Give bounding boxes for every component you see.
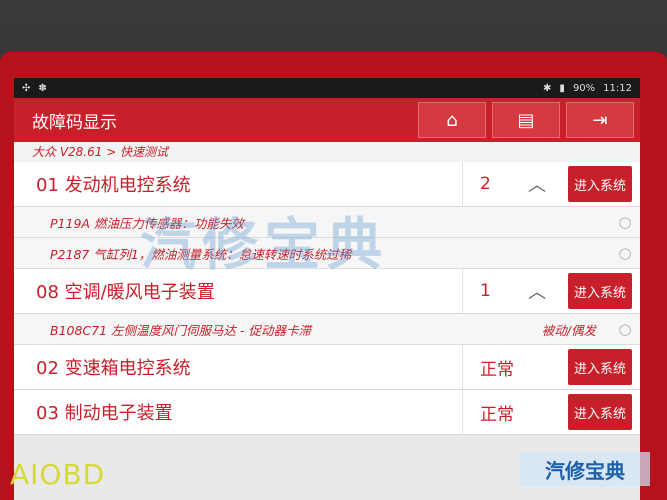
- fault-count: 1: [480, 281, 491, 301]
- system-status: 正常: [480, 359, 514, 380]
- home-icon: ⌂: [446, 109, 458, 131]
- settings-icon: ✽: [38, 82, 47, 94]
- divider: [462, 269, 463, 313]
- home-button[interactable]: ⌂: [418, 102, 486, 138]
- battery-level: 90%: [572, 82, 596, 94]
- chevron-up-icon[interactable]: ︿: [528, 171, 568, 197]
- divider: [462, 390, 463, 434]
- clock: 11:12: [603, 82, 632, 94]
- breadcrumb: 大众 V28.61 > 快速测试: [14, 142, 640, 162]
- fault-code-text: P119A 燃油压力传感器：功能失效: [50, 215, 244, 231]
- battery-icon: ▮: [559, 82, 565, 94]
- fault-code-row: P2187 气缸列1，燃油测量系统：怠速转速时系统过稀 ○: [14, 238, 640, 269]
- fault-code-text: B108C71 左侧温度风门伺服马达 - 促动器卡滞: [50, 322, 311, 338]
- system-row[interactable]: 03 制动电子装置 正常 进入系统: [14, 390, 640, 435]
- title-bar: 故障码显示 ⌂ ▤ ⇥: [14, 98, 640, 142]
- enter-system-button[interactable]: 进入系统: [568, 166, 632, 202]
- enter-system-button[interactable]: 进入系统: [568, 394, 632, 430]
- divider: [462, 162, 463, 206]
- fault-code-row: B108C71 左侧温度风门伺服马达 - 促动器卡滞 被动/偶发 ○: [14, 314, 640, 345]
- watermark-logo: 汽修宝典: [520, 452, 650, 486]
- system-name: 01 发动机电控系统: [36, 175, 191, 196]
- enter-system-button[interactable]: 进入系统: [568, 273, 632, 309]
- system-row[interactable]: 02 变速箱电控系统 正常 进入系统: [14, 345, 640, 390]
- system-name: 02 变速箱电控系统: [36, 358, 191, 379]
- system-row[interactable]: 08 空调/暖风电子装置 1 ︿ 进入系统: [14, 269, 640, 314]
- print-icon: ▤: [517, 109, 535, 131]
- screen: ✣ ✽ ✱ ▮ 90% 11:12 故障码显示 ⌂ ▤ ⇥ 大众 V28.61 …: [14, 78, 640, 500]
- usb-icon: ✣: [22, 82, 31, 94]
- exit-icon: ⇥: [592, 109, 608, 131]
- status-bar: ✣ ✽ ✱ ▮ 90% 11:12: [14, 78, 640, 98]
- aiobd-logo: AIOBD: [10, 458, 106, 491]
- system-status: 正常: [480, 404, 514, 425]
- search-icon[interactable]: ○: [610, 320, 640, 338]
- fault-code-text: P2187 气缸列1，燃油测量系统：怠速转速时系统过稀: [50, 246, 352, 262]
- enter-system-button[interactable]: 进入系统: [568, 349, 632, 385]
- divider: [462, 345, 463, 389]
- system-name: 03 制动电子装置: [36, 403, 173, 424]
- chevron-up-icon[interactable]: ︿: [528, 278, 568, 304]
- system-row[interactable]: 01 发动机电控系统 2 ︿ 进入系统: [14, 162, 640, 207]
- page-title: 故障码显示: [32, 112, 117, 133]
- print-button[interactable]: ▤: [492, 102, 560, 138]
- fault-status: 被动/偶发: [541, 322, 596, 338]
- search-icon[interactable]: ○: [610, 213, 640, 231]
- system-name: 08 空调/暖风电子装置: [36, 282, 215, 303]
- search-icon[interactable]: ○: [610, 244, 640, 262]
- bluetooth-icon: ✱: [543, 82, 552, 94]
- fault-code-row: P119A 燃油压力传感器：功能失效 ○: [14, 207, 640, 238]
- exit-button[interactable]: ⇥: [566, 102, 634, 138]
- fault-count: 2: [480, 174, 491, 194]
